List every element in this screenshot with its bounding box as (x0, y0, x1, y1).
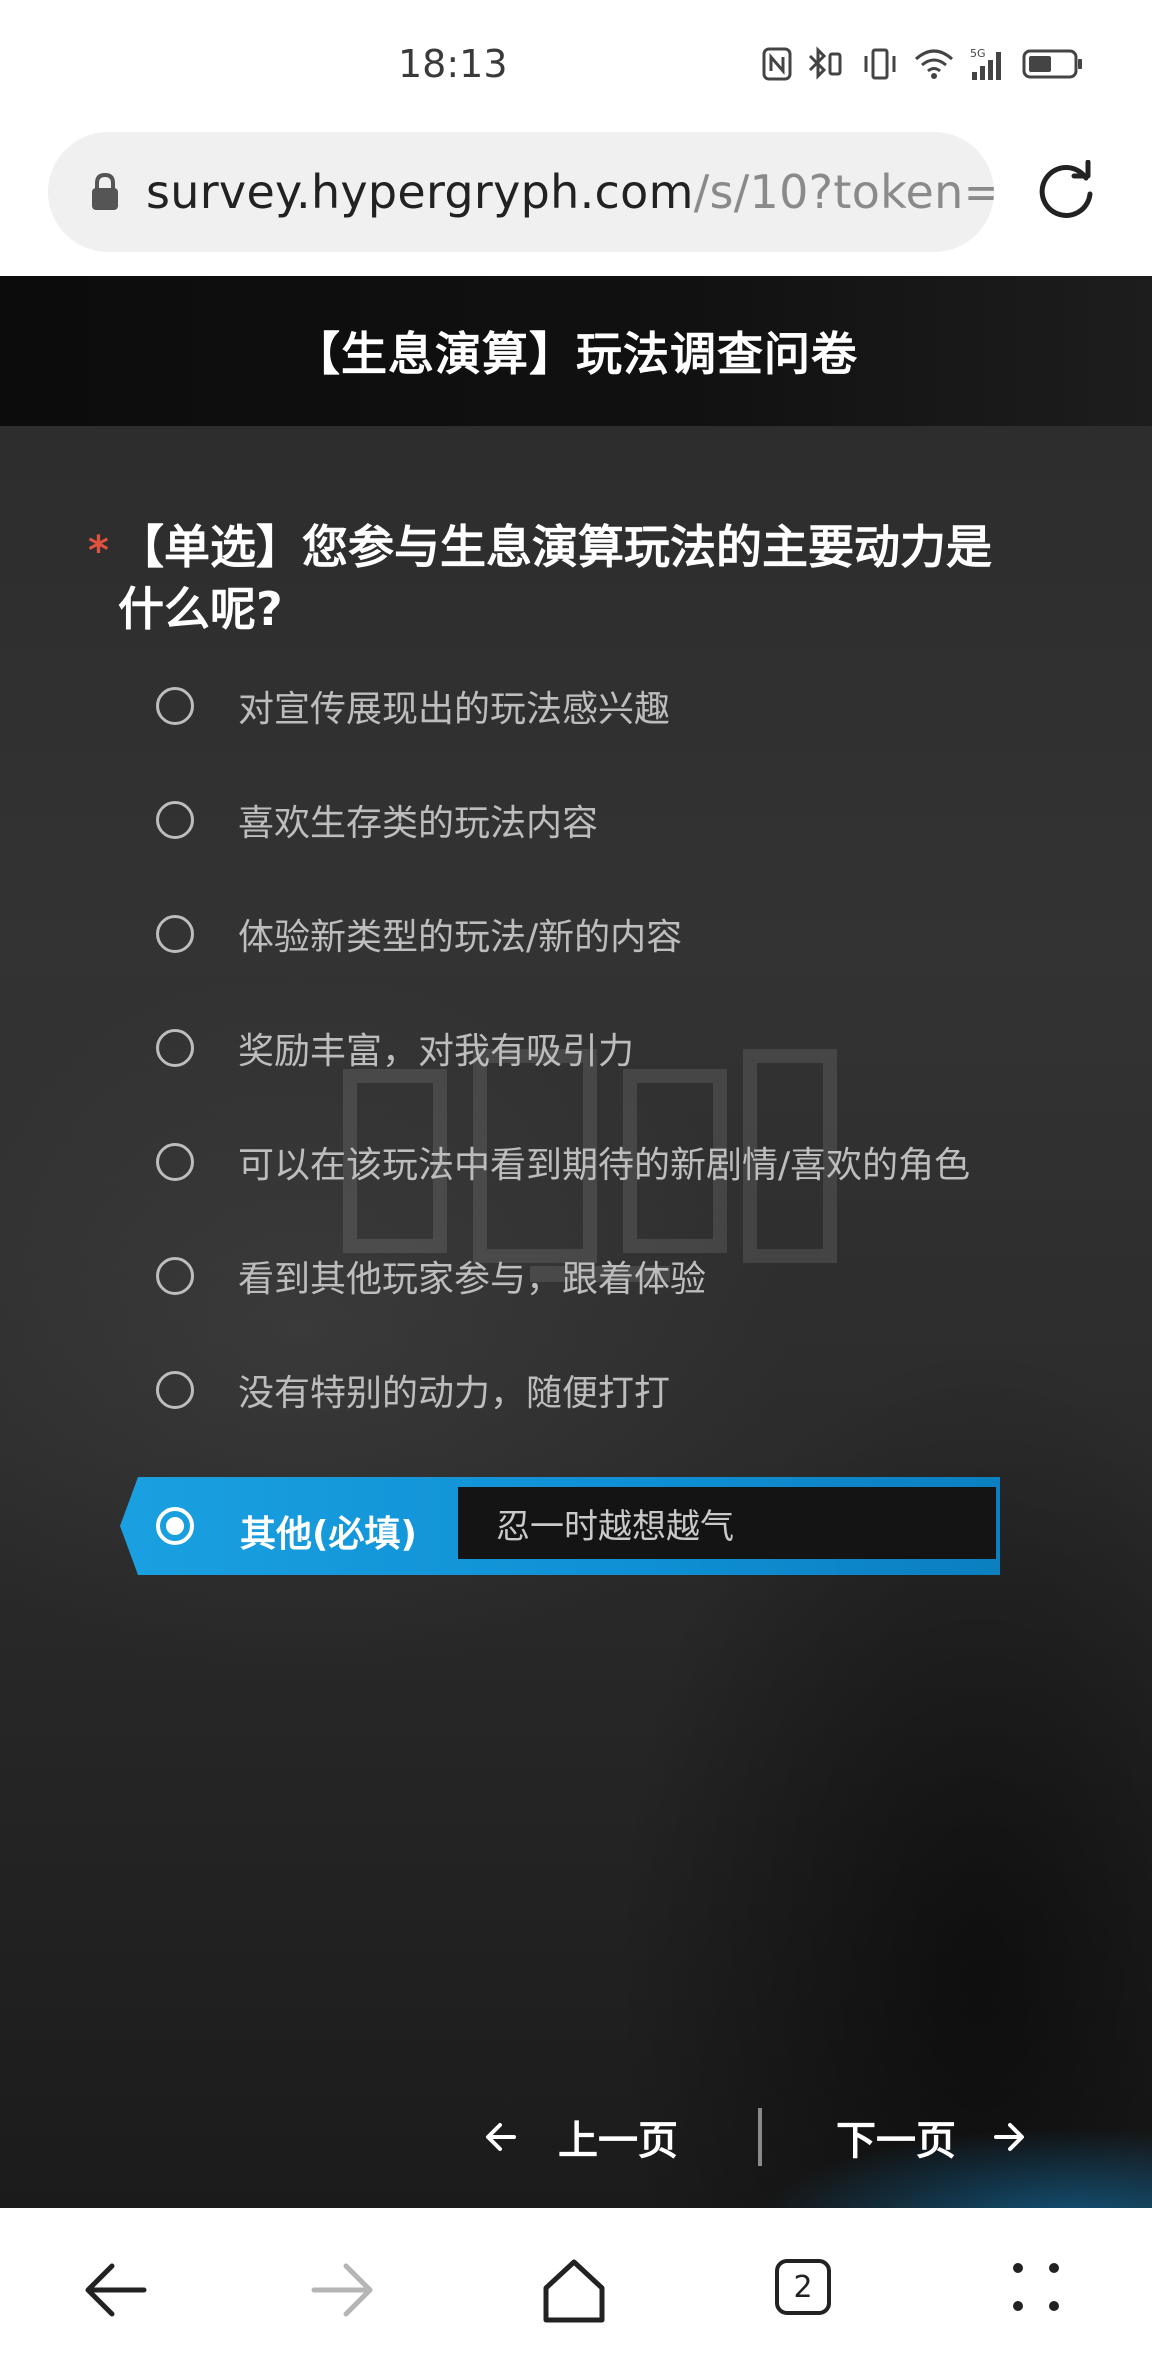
option-1[interactable]: 喜欢生存类的玩法内容 (120, 770, 1020, 870)
radio-unselected-icon[interactable] (156, 801, 194, 839)
radio-unselected-icon[interactable] (156, 915, 194, 953)
survey-page: 【生息演算】玩法调查问卷 * 【单选】您参与生息演算玩法的主要动力是什么呢? 对… (0, 276, 1152, 2208)
radio-unselected-icon[interactable] (156, 1257, 194, 1295)
tab-switcher-button[interactable]: 2 (774, 2258, 832, 2316)
home-icon[interactable] (540, 2258, 608, 2324)
survey-title: 【生息演算】玩法调查问卷 (294, 327, 858, 381)
question: * 【单选】您参与生息演算玩法的主要动力是什么呢? (88, 516, 1008, 640)
radio-unselected-icon[interactable] (156, 1029, 194, 1067)
url-path: /s/10?token=y (693, 165, 994, 219)
url-text: survey.hypergryph.com/s/10?token=y (146, 165, 994, 219)
option-5[interactable]: 看到其他玩家参与，跟着体验 (120, 1226, 1020, 1326)
radio-dot (166, 1517, 184, 1535)
next-page-button[interactable]: 下一页 (836, 2102, 1026, 2172)
battery-icon (1022, 49, 1082, 79)
wifi-icon (915, 49, 953, 79)
page-nav: 上一页 下一页 (0, 2066, 1152, 2208)
lock-icon (92, 172, 118, 210)
option-label: 可以在该玩法中看到期待的新剧情/喜欢的角色 (238, 1145, 971, 1186)
option-3[interactable]: 奖励丰富，对我有吸引力 (120, 998, 1020, 1098)
option-label: 奖励丰富，对我有吸引力 (238, 1031, 635, 1072)
option-label: 体验新类型的玩法/新的内容 (238, 917, 683, 958)
status-icons: 5G (762, 46, 1084, 82)
address-bar: survey.hypergryph.com/s/10?token=y (0, 130, 1152, 276)
radio-unselected-icon[interactable] (156, 1143, 194, 1181)
arrow-right-icon (994, 2123, 1024, 2151)
prev-page-label: 上一页 (558, 2118, 678, 2164)
option-label: 对宣传展现出的玩法感兴趣 (238, 689, 671, 730)
vibrate-icon (864, 48, 896, 80)
arrow-left-icon (486, 2123, 516, 2151)
prev-page-button[interactable]: 上一页 (484, 2102, 678, 2172)
status-bar: 18:13 5G (0, 0, 1152, 130)
cellular-signal-icon: 5G (970, 47, 1001, 80)
forward-arrow-icon[interactable] (310, 2258, 376, 2322)
other-text-input[interactable] (458, 1487, 996, 1559)
radio-selected-icon[interactable] (156, 1507, 194, 1545)
question-text: 【单选】您参与生息演算玩法的主要动力是什么呢? (118, 520, 992, 636)
option-other-label: 其他(必填) (240, 1514, 417, 1555)
tab-count: 2 (793, 2269, 813, 2305)
option-label: 没有特别的动力，随便打打 (238, 1373, 671, 1414)
option-4[interactable]: 可以在该玩法中看到期待的新剧情/喜欢的角色 (120, 1112, 1020, 1212)
survey-header: 【生息演算】玩法调查问卷 (0, 276, 1152, 426)
option-2[interactable]: 体验新类型的玩法/新的内容 (120, 884, 1020, 984)
option-other-selected[interactable]: 其他(必填) (120, 1477, 1000, 1575)
browser-toolbar: 2 (0, 2208, 1152, 2376)
status-time: 18:13 (398, 42, 508, 86)
bluetooth-icon (808, 46, 842, 80)
svg-text:5G: 5G (970, 47, 986, 60)
url-field[interactable]: survey.hypergryph.com/s/10?token=y (48, 132, 994, 252)
option-6[interactable]: 没有特别的动力，随便打打 (120, 1340, 1020, 1440)
nav-divider (758, 2108, 762, 2166)
back-arrow-icon[interactable] (82, 2258, 148, 2322)
option-label: 看到其他玩家参与，跟着体验 (238, 1259, 707, 1300)
option-label: 喜欢生存类的玩法内容 (238, 803, 599, 844)
option-0[interactable]: 对宣传展现出的玩法感兴趣 (120, 656, 1020, 756)
required-mark: * (88, 528, 109, 574)
radio-unselected-icon[interactable] (156, 1371, 194, 1409)
nfc-icon (762, 47, 792, 81)
more-menu-icon[interactable] (1008, 2258, 1064, 2316)
url-host: survey.hypergryph.com (146, 165, 694, 219)
radio-unselected-icon[interactable] (156, 687, 194, 725)
reload-icon[interactable] (1034, 160, 1098, 224)
next-page-label: 下一页 (836, 2118, 956, 2164)
